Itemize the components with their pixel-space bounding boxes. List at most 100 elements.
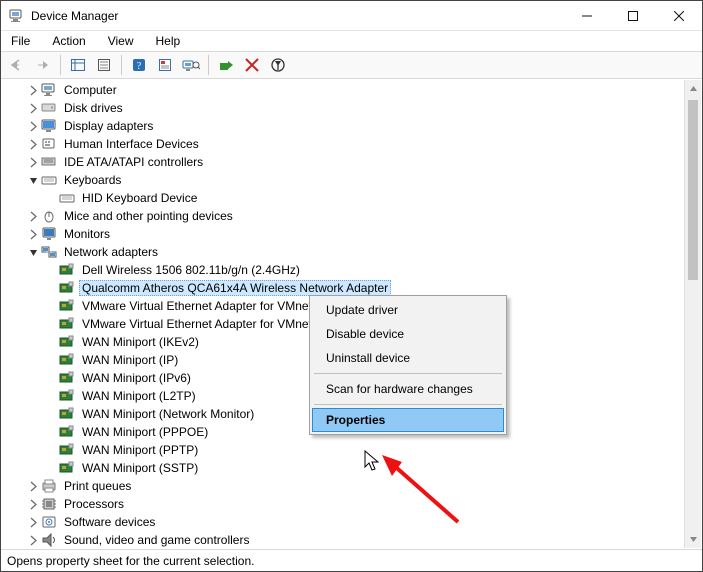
node-label: WAN Miniport (IKEv2) [79, 334, 202, 350]
chevron-right-icon[interactable] [27, 228, 40, 241]
node-label: Software devices [61, 514, 158, 530]
chevron-right-icon[interactable] [27, 138, 40, 151]
nic-icon [59, 334, 75, 350]
chevron-right-icon[interactable] [27, 102, 40, 115]
ctx-properties-label: Properties [326, 413, 385, 427]
sound-icon [41, 532, 57, 548]
ctx-separator [314, 373, 502, 374]
node-network-adapters[interactable]: Network adapters [1, 243, 702, 261]
keyboard-icon [59, 190, 75, 206]
node-label: IDE ATA/ATAPI controllers [61, 154, 206, 170]
node-display-adapters[interactable]: Display adapters [1, 117, 702, 135]
update-driver-button[interactable] [214, 53, 238, 77]
chevron-right-icon[interactable] [27, 156, 40, 169]
node-wan-pptp[interactable]: WAN Miniport (PPTP) [1, 441, 702, 459]
back-button[interactable] [5, 53, 29, 77]
node-label: Human Interface Devices [61, 136, 202, 152]
node-label: WAN Miniport (SSTP) [79, 460, 201, 476]
node-label: WAN Miniport (IP) [79, 352, 181, 368]
nic-icon [59, 352, 75, 368]
menu-file[interactable]: File [7, 33, 34, 49]
statusbar: Opens property sheet for the current sel… [1, 549, 702, 571]
forward-button[interactable] [31, 53, 55, 77]
mouse-icon [41, 208, 57, 224]
vertical-scrollbar[interactable] [684, 80, 701, 548]
svg-text:?: ? [137, 61, 142, 72]
scroll-down-icon[interactable] [685, 531, 701, 548]
node-hid[interactable]: Human Interface Devices [1, 135, 702, 153]
window-title: Device Manager [31, 9, 118, 23]
device-manager-icon [9, 8, 25, 24]
node-software-devices[interactable]: Software devices [1, 513, 702, 531]
chevron-right-icon[interactable] [27, 84, 40, 97]
scroll-up-icon[interactable] [685, 80, 701, 97]
node-sound[interactable]: Sound, video and game controllers [1, 531, 702, 549]
node-label: Keyboards [61, 172, 124, 188]
display-icon [41, 118, 57, 134]
menu-help[interactable]: Help [152, 33, 185, 49]
node-print-queues[interactable]: Print queues [1, 477, 702, 495]
nic-icon [59, 262, 75, 278]
scroll-thumb[interactable] [688, 100, 698, 280]
node-label: Dell Wireless 1506 802.11b/g/n (2.4GHz) [79, 262, 303, 278]
chevron-right-icon[interactable] [27, 480, 40, 493]
node-dell-wireless[interactable]: Dell Wireless 1506 802.11b/g/n (2.4GHz) [1, 261, 702, 279]
node-keyboards[interactable]: Keyboards [1, 171, 702, 189]
node-label: VMware Virtual Ethernet Adapter for VMne… [79, 316, 322, 332]
menu-view[interactable]: View [104, 33, 138, 49]
node-label: Computer [61, 82, 120, 98]
node-computer[interactable]: Computer [1, 81, 702, 99]
node-label: Monitors [61, 226, 113, 242]
node-hid-keyboard[interactable]: HID Keyboard Device [1, 189, 702, 207]
ide-icon [41, 154, 57, 170]
menu-action[interactable]: Action [48, 33, 89, 49]
chevron-right-icon[interactable] [27, 498, 40, 511]
action-toolbar-button[interactable] [153, 53, 177, 77]
show-hide-tree-button[interactable] [66, 53, 90, 77]
node-ide[interactable]: IDE ATA/ATAPI controllers [1, 153, 702, 171]
ctx-disable-device[interactable]: Disable device [312, 322, 504, 346]
node-label: WAN Miniport (IPv6) [79, 370, 194, 386]
uninstall-button[interactable] [240, 53, 264, 77]
ctx-update-driver[interactable]: Update driver [312, 298, 504, 322]
context-menu: Update driver Disable device Uninstall d… [309, 295, 507, 435]
help-button[interactable]: ? [127, 53, 151, 77]
properties-toolbar-button[interactable] [92, 53, 116, 77]
network-icon [41, 244, 57, 260]
ctx-uninstall-device[interactable]: Uninstall device [312, 346, 504, 370]
node-label: Sound, video and game controllers [61, 532, 252, 548]
chevron-right-icon[interactable] [27, 534, 40, 547]
chevron-down-icon[interactable] [27, 174, 40, 187]
node-label: WAN Miniport (PPTP) [79, 442, 201, 458]
node-monitors[interactable]: Monitors [1, 225, 702, 243]
toolbar: ? [1, 51, 702, 79]
status-text: Opens property sheet for the current sel… [7, 554, 254, 568]
nic-icon [59, 460, 75, 476]
close-button[interactable] [656, 1, 702, 31]
node-wan-sstp[interactable]: WAN Miniport (SSTP) [1, 459, 702, 477]
ctx-scan-hardware[interactable]: Scan for hardware changes [312, 377, 504, 401]
node-mice[interactable]: Mice and other pointing devices [1, 207, 702, 225]
node-label: VMware Virtual Ethernet Adapter for VMne… [79, 298, 322, 314]
ctx-properties[interactable]: Properties [312, 408, 504, 432]
node-disk-drives[interactable]: Disk drives [1, 99, 702, 117]
chevron-down-icon[interactable] [27, 246, 40, 259]
node-processors[interactable]: Processors [1, 495, 702, 513]
hid-icon [41, 136, 57, 152]
maximize-button[interactable] [610, 1, 656, 31]
disable-button[interactable] [266, 53, 290, 77]
nic-icon [59, 280, 75, 296]
disk-icon [41, 100, 57, 116]
scan-hardware-button[interactable] [179, 53, 203, 77]
computer-icon [41, 82, 57, 98]
chevron-right-icon[interactable] [27, 120, 40, 133]
node-label: Mice and other pointing devices [61, 208, 236, 224]
node-label: Processors [61, 496, 127, 512]
node-label: Disk drives [61, 100, 126, 116]
minimize-button[interactable] [564, 1, 610, 31]
chevron-right-icon[interactable] [27, 210, 40, 223]
titlebar: Device Manager [1, 1, 702, 31]
nic-icon [59, 424, 75, 440]
chevron-right-icon[interactable] [27, 516, 40, 529]
printer-icon [41, 478, 57, 494]
